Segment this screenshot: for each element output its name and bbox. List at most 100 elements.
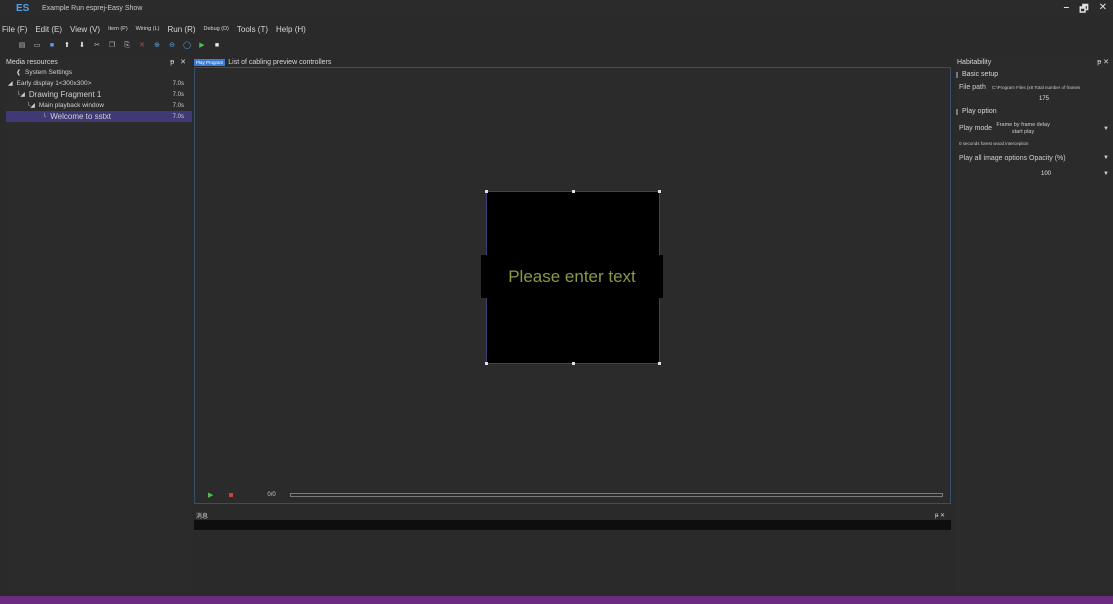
move-up-icon[interactable]: ⬆ (63, 42, 71, 50)
save-icon[interactable]: ■ (48, 42, 56, 50)
paste-icon[interactable]: ⎘ (123, 42, 131, 50)
section-basic-setup-label: Basic setup (962, 71, 999, 78)
image-options-label: Play all image options Opacity (%) (959, 154, 1066, 162)
tab-cabling-preview[interactable]: List of cabling preview controllers (228, 59, 331, 66)
tree-item-duration: 7.0s (172, 91, 184, 98)
menu-item-help-h[interactable]: Help (H) (276, 25, 306, 34)
tree-item-duration: 7.0s (172, 80, 184, 87)
text-element[interactable]: Please enter text (481, 255, 663, 298)
media-resources-header: Media resources ᵽ ✕ (6, 57, 192, 67)
message-panel-pin-close-icon[interactable]: ᵽ ✕ (935, 512, 945, 519)
window-controls: – 🗗 ✕ (1064, 2, 1107, 19)
resize-handle-bottom-left[interactable] (485, 362, 488, 365)
opacity-value[interactable]: 100 (1041, 171, 1051, 177)
menu-item-tools-t[interactable]: Tools (T) (237, 25, 268, 34)
properties-pin-close-icon[interactable]: ᵽ ✕ (1097, 58, 1109, 66)
title-bar: ES Example Run esprej-Easy Show – 🗗 ✕ (0, 0, 1113, 16)
menu-item-view-v[interactable]: View (V) (70, 25, 100, 34)
menu-item-debug-d[interactable]: Debug (D) (204, 26, 229, 32)
file-path-field[interactable]: C:\Program Files (x8 Total number of fra… (992, 85, 1080, 90)
minimize-icon[interactable]: – (1064, 2, 1070, 19)
status-bar (0, 596, 1113, 604)
tab-play-program[interactable]: Play Program (194, 58, 226, 66)
message-panel-title: 消息 (196, 513, 209, 520)
menu-item-item-p[interactable]: Item (P) (108, 26, 128, 32)
play-mode-select[interactable]: Frame by frame delay start play (993, 122, 1053, 136)
resize-handle-top-left[interactable] (485, 190, 488, 193)
canvas-text: Please enter text (508, 266, 636, 286)
delete-icon[interactable]: ✕ (138, 42, 146, 50)
total-frames-row: 175 (955, 93, 1113, 104)
restore-icon[interactable]: 🗗 (1079, 2, 1088, 19)
panel-pin-close-icon[interactable]: ᵽ ✕ (170, 58, 188, 66)
tree-item-label: System Settings (25, 69, 72, 76)
resize-handle-bottom[interactable] (572, 362, 575, 365)
interception-field[interactable]: 0 seconds forest wood interception (959, 141, 1029, 146)
message-panel: 消息 ᵽ ✕ (194, 510, 951, 595)
tree-item[interactable]: └ Welcome to sstxt 7.0s (6, 111, 192, 122)
image-options-dropdown-icon[interactable]: ▼ (1103, 155, 1109, 161)
window-title: Example Run esprej-Easy Show (42, 4, 143, 12)
playback-progress-slider[interactable] (290, 493, 943, 497)
open-folder-icon[interactable]: ▭ (33, 42, 41, 50)
menu-item-edit-e[interactable]: Edit (E) (35, 25, 62, 34)
menu-item-wiring-l[interactable]: Wiring (L) (136, 26, 160, 32)
menu-item-run-r[interactable]: Run (R) (168, 25, 196, 34)
tree-item[interactable]: └◢ Drawing Fragment 1 7.0s (6, 89, 192, 100)
message-panel-header: 消息 ᵽ ✕ (194, 510, 951, 520)
resize-handle-top-right[interactable] (658, 190, 661, 193)
run-icon[interactable]: ▶ (198, 42, 206, 50)
menu-item-file-f[interactable]: File (F) (2, 25, 27, 34)
zoom-in-icon[interactable]: ⊕ (153, 42, 161, 50)
tree-expander-icon[interactable]: └◢ (26, 102, 35, 109)
section-marker (956, 108, 958, 115)
file-path-row: File path C:\Program Files (x8 Total num… (955, 82, 1113, 93)
toolbar: ▤ ▭ ■ ⬆ ⬇ ✂ ❐ ⎘ ✕ ⊕ ⊖ ◯ ▶ ■ (18, 40, 221, 52)
cut-icon[interactable]: ✂ (93, 42, 101, 50)
section-basic-setup[interactable]: Basic setup (955, 69, 1113, 80)
properties-panel: Habitability ᵽ ✕ Basic setup File path C… (955, 57, 1113, 595)
tree-item[interactable]: ❰ System Settings (6, 67, 192, 78)
stop-icon[interactable]: ■ (213, 42, 221, 50)
play-mode-row: Play mode Frame by frame delay start pla… (955, 118, 1113, 139)
resource-tree: ❰ System Settings ◢ Early display 1<300x300… (6, 67, 192, 122)
tree-item-label: Early display 1<300x300> (16, 80, 92, 87)
zoom-fit-icon[interactable]: ◯ (183, 42, 191, 50)
opacity-dropdown-icon[interactable]: ▼ (1103, 171, 1109, 177)
stop-button[interactable] (229, 493, 234, 497)
move-down-icon[interactable]: ⬇ (78, 42, 86, 50)
frame-counter: 0/0 (267, 492, 276, 498)
tree-item[interactable]: ◢ Early display 1<300x300> 7.0s (6, 78, 192, 89)
menu-bar: File (F) Edit (E) View (V) Item (P) Wiring (… (0, 22, 314, 36)
tree-item-label: Welcome to sstxt (50, 112, 112, 121)
tree-expander-icon[interactable]: ❰ (16, 69, 21, 76)
app-logo: ES (16, 2, 30, 14)
section-play-option[interactable]: Play option (955, 106, 1113, 117)
preview-tab-strip: Play Program List of cabling preview con… (194, 57, 331, 67)
zoom-out-icon[interactable]: ⊖ (168, 42, 176, 50)
tree-expander-icon[interactable]: └ (42, 114, 46, 120)
new-file-icon[interactable]: ▤ (18, 42, 26, 50)
section-play-option-label: Play option (962, 108, 997, 115)
close-icon[interactable]: ✕ (1099, 2, 1107, 19)
properties-header: Habitability ᵽ ✕ (955, 57, 1113, 67)
tree-expander-icon[interactable]: └◢ (16, 91, 25, 98)
play-mode-label: Play mode (959, 125, 993, 132)
tree-item-label: Drawing Fragment 1 (28, 90, 102, 99)
interception-row: 0 seconds forest wood interception (955, 139, 1113, 148)
opacity-row: 100 ▼ (955, 168, 1113, 179)
total-frames-value[interactable]: 175 (1039, 96, 1049, 102)
tree-item-duration: 7.0s (172, 102, 184, 109)
tree-item-label: Main playback window (38, 102, 104, 109)
playback-bar: ▶ 0/0 (194, 488, 951, 502)
resize-handle-top[interactable] (572, 190, 575, 193)
tree-item[interactable]: └◢ Main playback window 7.0s (6, 100, 192, 111)
section-marker (956, 71, 958, 78)
message-output (194, 520, 951, 530)
tree-expander-icon[interactable]: ◢ (8, 80, 13, 87)
copy-icon[interactable]: ❐ (108, 42, 116, 50)
play-mode-dropdown-icon[interactable]: ▼ (1103, 126, 1109, 132)
play-icon[interactable]: ▶ (208, 491, 213, 499)
resize-handle-bottom-right[interactable] (658, 362, 661, 365)
media-resources-panel: Media resources ᵽ ✕ ❰ System Settings ◢ Ear… (6, 57, 192, 595)
